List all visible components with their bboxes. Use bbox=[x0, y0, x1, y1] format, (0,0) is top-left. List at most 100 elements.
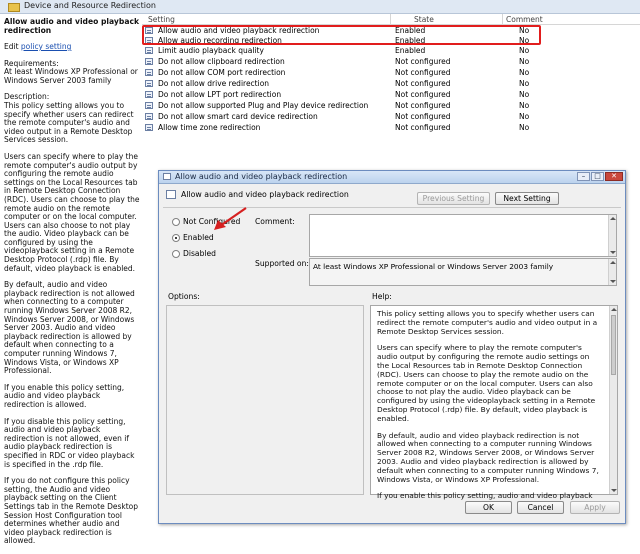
setting-name: Do not allow COM port redirection bbox=[158, 68, 286, 77]
description-pane: Allow audio and video playback redirecti… bbox=[4, 17, 140, 554]
help-panel[interactable]: This policy setting allows you to specif… bbox=[370, 305, 618, 500]
table-row[interactable]: Do not allow clipboard redirection Not co… bbox=[145, 57, 640, 67]
table-row[interactable]: Do not allow drive redirection Not config… bbox=[145, 79, 640, 89]
setting-name: Do not allow smart card device redirecti… bbox=[158, 112, 318, 121]
previous-setting-button[interactable]: Previous Setting bbox=[417, 192, 490, 205]
setting-state: Not configured bbox=[395, 101, 451, 110]
setting-state: Not configured bbox=[395, 57, 451, 66]
dialog-titlebar[interactable]: Allow audio and video playback redirecti… bbox=[159, 171, 625, 184]
setting-name: Do not allow drive redirection bbox=[158, 79, 270, 88]
supported-on-label: Supported on: bbox=[255, 259, 309, 268]
setting-comment: No bbox=[519, 90, 530, 99]
policy-dialog: Allow audio and video playback redirecti… bbox=[158, 170, 626, 524]
next-setting-button[interactable]: Next Setting bbox=[495, 192, 559, 205]
policy-setting-icon bbox=[145, 47, 153, 54]
description: Description: This policy setting allows y… bbox=[4, 93, 140, 145]
setting-state: Not configured bbox=[395, 79, 451, 88]
scroll-up-icon[interactable] bbox=[610, 217, 616, 220]
table-row[interactable]: Do not allow LPT port redirection Not con… bbox=[145, 90, 640, 100]
comment-field[interactable] bbox=[309, 214, 617, 257]
scroll-up-icon[interactable] bbox=[611, 308, 617, 311]
policy-setting-icon bbox=[145, 80, 153, 87]
scroll-down-icon[interactable] bbox=[610, 280, 616, 283]
help-paragraph: Users can specify where to play the remo… bbox=[377, 343, 596, 423]
help-paragraph: This policy setting allows you to specif… bbox=[377, 309, 598, 336]
comment-label: Comment: bbox=[255, 217, 295, 226]
scroll-down-icon[interactable] bbox=[610, 251, 616, 254]
policy-setting-icon bbox=[166, 190, 176, 199]
help-scrollbar[interactable] bbox=[609, 306, 617, 494]
radio-enabled-label[interactable]: Enabled bbox=[183, 233, 214, 242]
close-icon[interactable]: ✕ bbox=[605, 172, 623, 181]
policy-setting-icon bbox=[145, 69, 153, 76]
setting-state: Not configured bbox=[395, 123, 451, 132]
setting-name: Allow time zone redirection bbox=[158, 123, 261, 132]
maximize-icon[interactable]: □ bbox=[591, 172, 604, 181]
help-label: Help: bbox=[372, 292, 392, 301]
options-label: Options: bbox=[168, 292, 200, 301]
setting-state: Not configured bbox=[395, 68, 451, 77]
help-text: This policy setting allows you to specif… bbox=[377, 309, 599, 509]
table-row[interactable]: Allow time zone redirection Not configure… bbox=[145, 123, 640, 133]
apply-button[interactable]: Apply bbox=[570, 501, 620, 514]
table-row[interactable]: Do not allow COM port redirection Not con… bbox=[145, 68, 640, 78]
path-bar: Device and Resource Redirection bbox=[0, 0, 640, 14]
scroll-up-icon[interactable] bbox=[610, 261, 616, 264]
radio-disabled[interactable] bbox=[172, 250, 180, 258]
setting-name: Do not allow LPT port redirection bbox=[158, 90, 282, 99]
policy-title: Allow audio and video playback redirecti… bbox=[4, 17, 139, 35]
description-paragraph: If you do not configure this policy sett… bbox=[4, 476, 138, 546]
supported-on-value: At least Windows XP Professional or Wind… bbox=[313, 262, 554, 271]
supported-on-field: At least Windows XP Professional or Wind… bbox=[309, 258, 617, 286]
setting-comment: No bbox=[519, 57, 530, 66]
folder-icon bbox=[8, 3, 20, 12]
column-header-comment[interactable]: Comment bbox=[506, 15, 543, 24]
requirements-text: At least Windows XP Professional or Wind… bbox=[4, 67, 138, 85]
policy-setting-icon bbox=[163, 173, 171, 180]
policy-setting-icon bbox=[145, 124, 153, 131]
cancel-button[interactable]: Cancel bbox=[517, 501, 564, 514]
edit-line: Edit policy setting bbox=[4, 42, 140, 52]
description-paragraph: If you disable this policy setting, audi… bbox=[4, 416, 135, 469]
policy-setting-icon bbox=[145, 91, 153, 98]
help-paragraph: If you enable this policy setting, audio… bbox=[377, 491, 593, 501]
edit-prefix: Edit bbox=[4, 42, 21, 51]
column-header-setting[interactable]: Setting bbox=[148, 15, 175, 24]
radio-disabled-label[interactable]: Disabled bbox=[183, 249, 216, 258]
setting-comment: No bbox=[519, 68, 530, 77]
setting-comment: No bbox=[519, 123, 530, 132]
setting-comment: No bbox=[519, 46, 530, 55]
minimize-icon[interactable]: – bbox=[577, 172, 590, 181]
radio-not-configured-label[interactable]: Not Configured bbox=[183, 217, 240, 226]
divider bbox=[163, 207, 621, 208]
requirements: Requirements: At least Windows XP Profess… bbox=[4, 59, 140, 86]
comment-scrollbar[interactable] bbox=[608, 215, 616, 256]
description-paragraph: Users can specify where to play the remo… bbox=[4, 151, 140, 273]
setting-comment: No bbox=[519, 112, 530, 121]
ok-button[interactable]: OK bbox=[465, 501, 512, 514]
options-panel bbox=[166, 305, 364, 495]
setting-name-heading: Allow audio and video playback redirecti… bbox=[181, 190, 349, 199]
table-row[interactable]: Do not allow supported Plug and Play dev… bbox=[145, 101, 640, 111]
setting-comment: No bbox=[519, 79, 530, 88]
description-paragraph: This policy setting allows you to specif… bbox=[4, 100, 134, 145]
policy-setting-icon bbox=[145, 113, 153, 120]
setting-name: Limit audio playback quality bbox=[158, 46, 264, 55]
radio-not-configured[interactable] bbox=[172, 218, 180, 226]
setting-state: Not configured bbox=[395, 90, 451, 99]
edit-policy-link[interactable]: policy setting bbox=[21, 42, 71, 51]
table-row[interactable]: Limit audio playback quality Enabled No bbox=[145, 46, 640, 56]
table-row[interactable]: Do not allow smart card device redirecti… bbox=[145, 112, 640, 122]
dialog-title: Allow audio and video playback redirecti… bbox=[175, 172, 348, 181]
help-paragraph: By default, audio and video playback red… bbox=[377, 430, 599, 484]
setting-name: Do not allow clipboard redirection bbox=[158, 57, 285, 66]
scroll-down-icon[interactable] bbox=[611, 489, 617, 492]
setting-state: Enabled bbox=[395, 46, 426, 55]
path-title: Device and Resource Redirection bbox=[24, 1, 156, 10]
radio-enabled[interactable] bbox=[172, 234, 180, 242]
policy-setting-icon bbox=[145, 58, 153, 65]
column-header-state[interactable]: State bbox=[414, 15, 434, 24]
supported-scrollbar[interactable] bbox=[608, 259, 616, 285]
highlight-box bbox=[142, 25, 541, 45]
scroll-thumb[interactable] bbox=[611, 315, 616, 375]
